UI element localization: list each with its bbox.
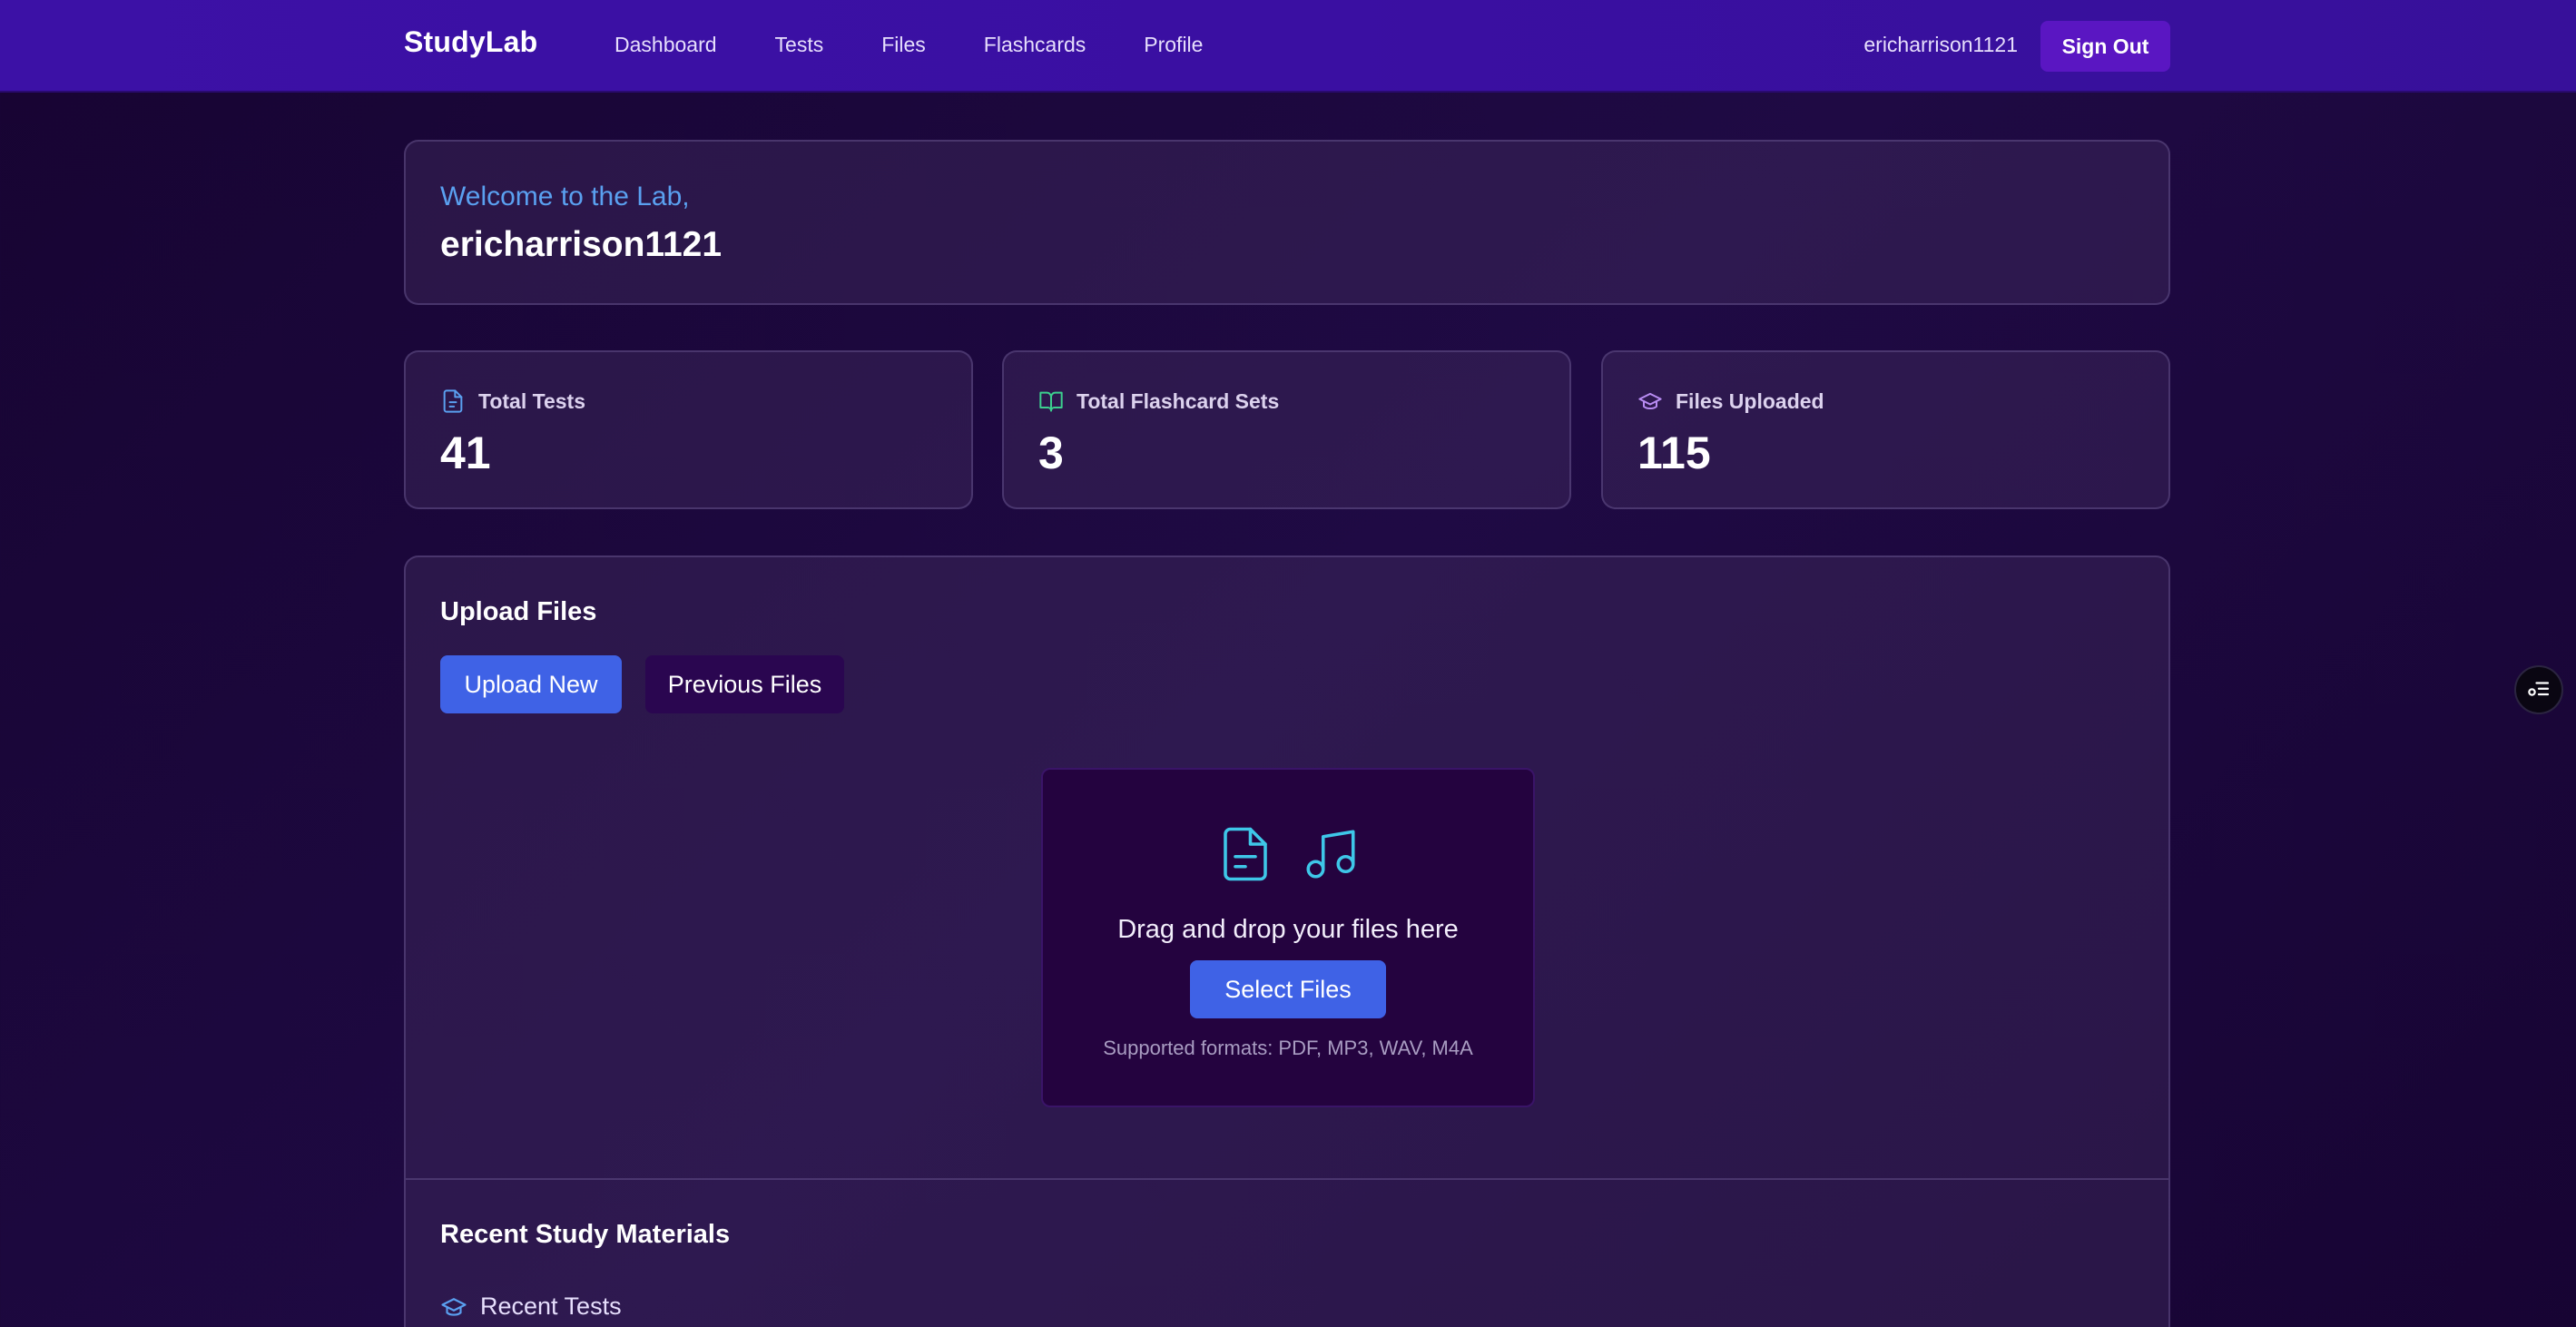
- sign-out-button[interactable]: Sign Out: [2040, 21, 2170, 72]
- dropzone-icons: [1043, 821, 1533, 888]
- graduation-cap-icon: [1637, 388, 1663, 414]
- supported-formats-text: Supported formats: PDF, MP3, WAV, M4A: [1103, 1037, 1473, 1059]
- welcome-card: Welcome to the Lab, ericharrison1121: [404, 140, 2170, 305]
- music-note-icon: [1306, 830, 1355, 879]
- welcome-username: ericharrison1121: [440, 225, 723, 264]
- stat-value: 115: [1637, 428, 1711, 478]
- stat-label: Total Tests: [478, 388, 585, 413]
- graduation-cap-icon: [440, 1293, 467, 1321]
- nav-link-flashcards[interactable]: Flashcards: [984, 33, 1086, 57]
- select-files-button[interactable]: Select Files: [1190, 960, 1386, 1018]
- recent-tests-heading: Recent Tests: [440, 1293, 622, 1321]
- nav-link-tests[interactable]: Tests: [775, 33, 824, 57]
- upload-section-title: Upload Files: [440, 597, 597, 626]
- welcome-greeting: Welcome to the Lab,: [440, 182, 690, 211]
- stat-value: 41: [440, 428, 491, 478]
- accessibility-settings-icon[interactable]: [2514, 665, 2563, 714]
- brand-logo[interactable]: StudyLab: [404, 25, 537, 59]
- section-divider: [406, 1178, 2168, 1180]
- upload-files-card: Upload Files Upload New Previous Files D…: [404, 555, 2170, 1327]
- document-icon: [440, 388, 466, 414]
- recent-materials-title: Recent Study Materials: [440, 1220, 731, 1249]
- nav-username: ericharrison1121: [1863, 33, 2018, 56]
- upload-new-button[interactable]: Upload New: [440, 655, 622, 713]
- nav-links: Dashboard Tests Files Flashcards Profile: [615, 33, 1203, 57]
- dropzone-instructions: Drag and drop your files here: [1117, 915, 1459, 944]
- stat-label: Total Flashcard Sets: [1077, 388, 1280, 413]
- nav-link-files[interactable]: Files: [881, 33, 926, 57]
- nav-link-dashboard[interactable]: Dashboard: [615, 33, 717, 57]
- stat-card-total-tests: Total Tests 41: [404, 350, 973, 509]
- nav-link-profile[interactable]: Profile: [1144, 33, 1203, 57]
- top-navbar: StudyLab Dashboard Tests Files Flashcard…: [0, 0, 2576, 93]
- file-dropzone[interactable]: Drag and drop your files here Select Fil…: [1041, 768, 1535, 1107]
- previous-files-button[interactable]: Previous Files: [645, 655, 844, 713]
- stat-label: Files Uploaded: [1676, 388, 1824, 413]
- book-open-icon: [1038, 388, 1064, 414]
- stat-card-flashcard-sets: Total Flashcard Sets 3: [1002, 350, 1571, 509]
- stat-card-files-uploaded: Files Uploaded 115: [1601, 350, 2170, 509]
- file-text-icon: [1224, 827, 1267, 881]
- recent-tests-label: Recent Tests: [480, 1293, 622, 1320]
- stat-value: 3: [1038, 428, 1064, 478]
